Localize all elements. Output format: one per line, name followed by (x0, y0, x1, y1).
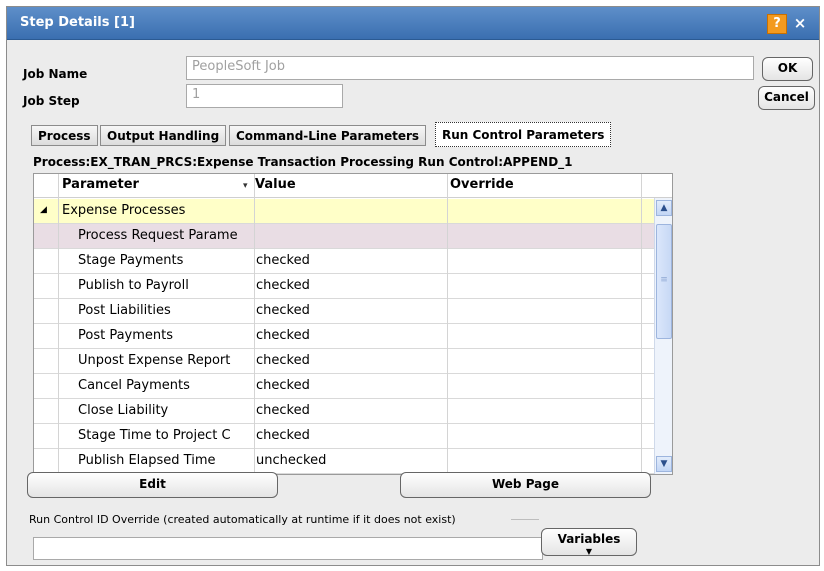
table-row[interactable]: Publish to Payroll checked (34, 274, 654, 299)
web-page-button[interactable]: Web Page (400, 472, 651, 498)
value-cell[interactable]: checked (256, 428, 446, 443)
parameter-cell: Stage Time to Project C (78, 428, 231, 443)
step-details-dialog: Step Details [1] ? × Job Name PeopleSoft… (6, 6, 820, 566)
parameter-cell: Publish Elapsed Time (78, 453, 216, 468)
ok-button[interactable]: OK (762, 57, 813, 81)
sort-chevron-down-icon[interactable]: ▾ (243, 181, 248, 191)
job-name-label: Job Name (23, 67, 88, 81)
parameter-cell: Cancel Payments (78, 378, 190, 393)
value-cell[interactable]: checked (256, 353, 446, 368)
parameter-cell: Publish to Payroll (78, 278, 189, 293)
group-row-expense-processes[interactable]: ◢ Expense Processes (34, 199, 654, 224)
table-row[interactable]: Cancel Payments checked (34, 374, 654, 399)
dropdown-arrow-icon: ▼ (585, 547, 593, 556)
table-row[interactable]: Stage Time to Project C checked (34, 424, 654, 449)
scroll-down-icon[interactable]: ▼ (656, 456, 672, 472)
vertical-scrollbar[interactable]: ▲ ≡ ▼ (654, 198, 672, 474)
column-divider (447, 174, 448, 474)
column-header-override[interactable]: Override (450, 177, 514, 192)
job-name-field[interactable]: PeopleSoft Job (186, 56, 754, 80)
help-icon[interactable]: ? (767, 14, 787, 34)
job-step-label: Job Step (23, 94, 80, 108)
edit-button[interactable]: Edit (27, 472, 278, 498)
table-row[interactable]: Unpost Expense Report checked (34, 349, 654, 374)
parameter-cell: Process Request Parame (78, 228, 238, 243)
parameter-cell: Post Liabilities (78, 303, 171, 318)
value-cell[interactable]: checked (256, 303, 446, 318)
divider (511, 519, 539, 520)
column-divider (254, 174, 255, 474)
column-header-value[interactable]: Value (255, 177, 296, 192)
tab-command-line-parameters[interactable]: Command-Line Parameters (229, 125, 427, 146)
value-cell[interactable]: checked (256, 328, 446, 343)
column-divider (641, 174, 642, 474)
value-cell[interactable]: checked (256, 253, 446, 268)
grid-header: Parameter ▾ Value Override (34, 174, 672, 198)
collapse-triangle-icon[interactable]: ◢ (40, 205, 47, 215)
dialog-title: Step Details [1] (20, 15, 135, 30)
scroll-up-icon[interactable]: ▲ (656, 200, 672, 216)
group-label: Expense Processes (62, 203, 186, 218)
column-header-parameter[interactable]: Parameter (62, 177, 139, 192)
close-icon[interactable]: × (791, 14, 809, 34)
table-row[interactable]: Post Liabilities checked (34, 299, 654, 324)
table-row[interactable]: Process Request Parame (34, 224, 654, 249)
variables-button[interactable]: Variables ▼ (541, 528, 637, 556)
table-row[interactable]: Stage Payments checked (34, 249, 654, 274)
parameter-cell: Post Payments (78, 328, 174, 343)
value-cell[interactable]: unchecked (256, 453, 446, 468)
table-row[interactable]: Publish Elapsed Time unchecked (34, 449, 654, 474)
parameters-grid: Parameter ▾ Value Override ◢ Expense Proc… (33, 173, 673, 475)
tab-run-control-parameters[interactable]: Run Control Parameters (435, 122, 612, 147)
scroll-thumb[interactable]: ≡ (656, 224, 672, 339)
parameter-cell: Unpost Expense Report (78, 353, 231, 368)
tab-output-handling[interactable]: Output Handling (100, 125, 227, 146)
run-control-override-label: Run Control ID Override (created automat… (29, 513, 456, 526)
job-step-field[interactable]: 1 (186, 84, 343, 108)
cancel-button[interactable]: Cancel (758, 86, 815, 110)
value-cell[interactable]: checked (256, 403, 446, 418)
title-bar[interactable]: Step Details [1] ? × (7, 7, 819, 40)
value-cell[interactable]: checked (256, 278, 446, 293)
parameter-cell: Close Liability (78, 403, 169, 418)
parameter-cell: Stage Payments (78, 253, 184, 268)
tab-process[interactable]: Process (31, 125, 98, 146)
table-row[interactable]: Close Liability checked (34, 399, 654, 424)
value-cell[interactable]: checked (256, 378, 446, 393)
table-row[interactable]: Post Payments checked (34, 324, 654, 349)
process-info: Process:EX_TRAN_PRCS:Expense Transaction… (33, 155, 573, 169)
run-control-override-input[interactable] (33, 537, 543, 560)
column-divider (58, 174, 59, 474)
